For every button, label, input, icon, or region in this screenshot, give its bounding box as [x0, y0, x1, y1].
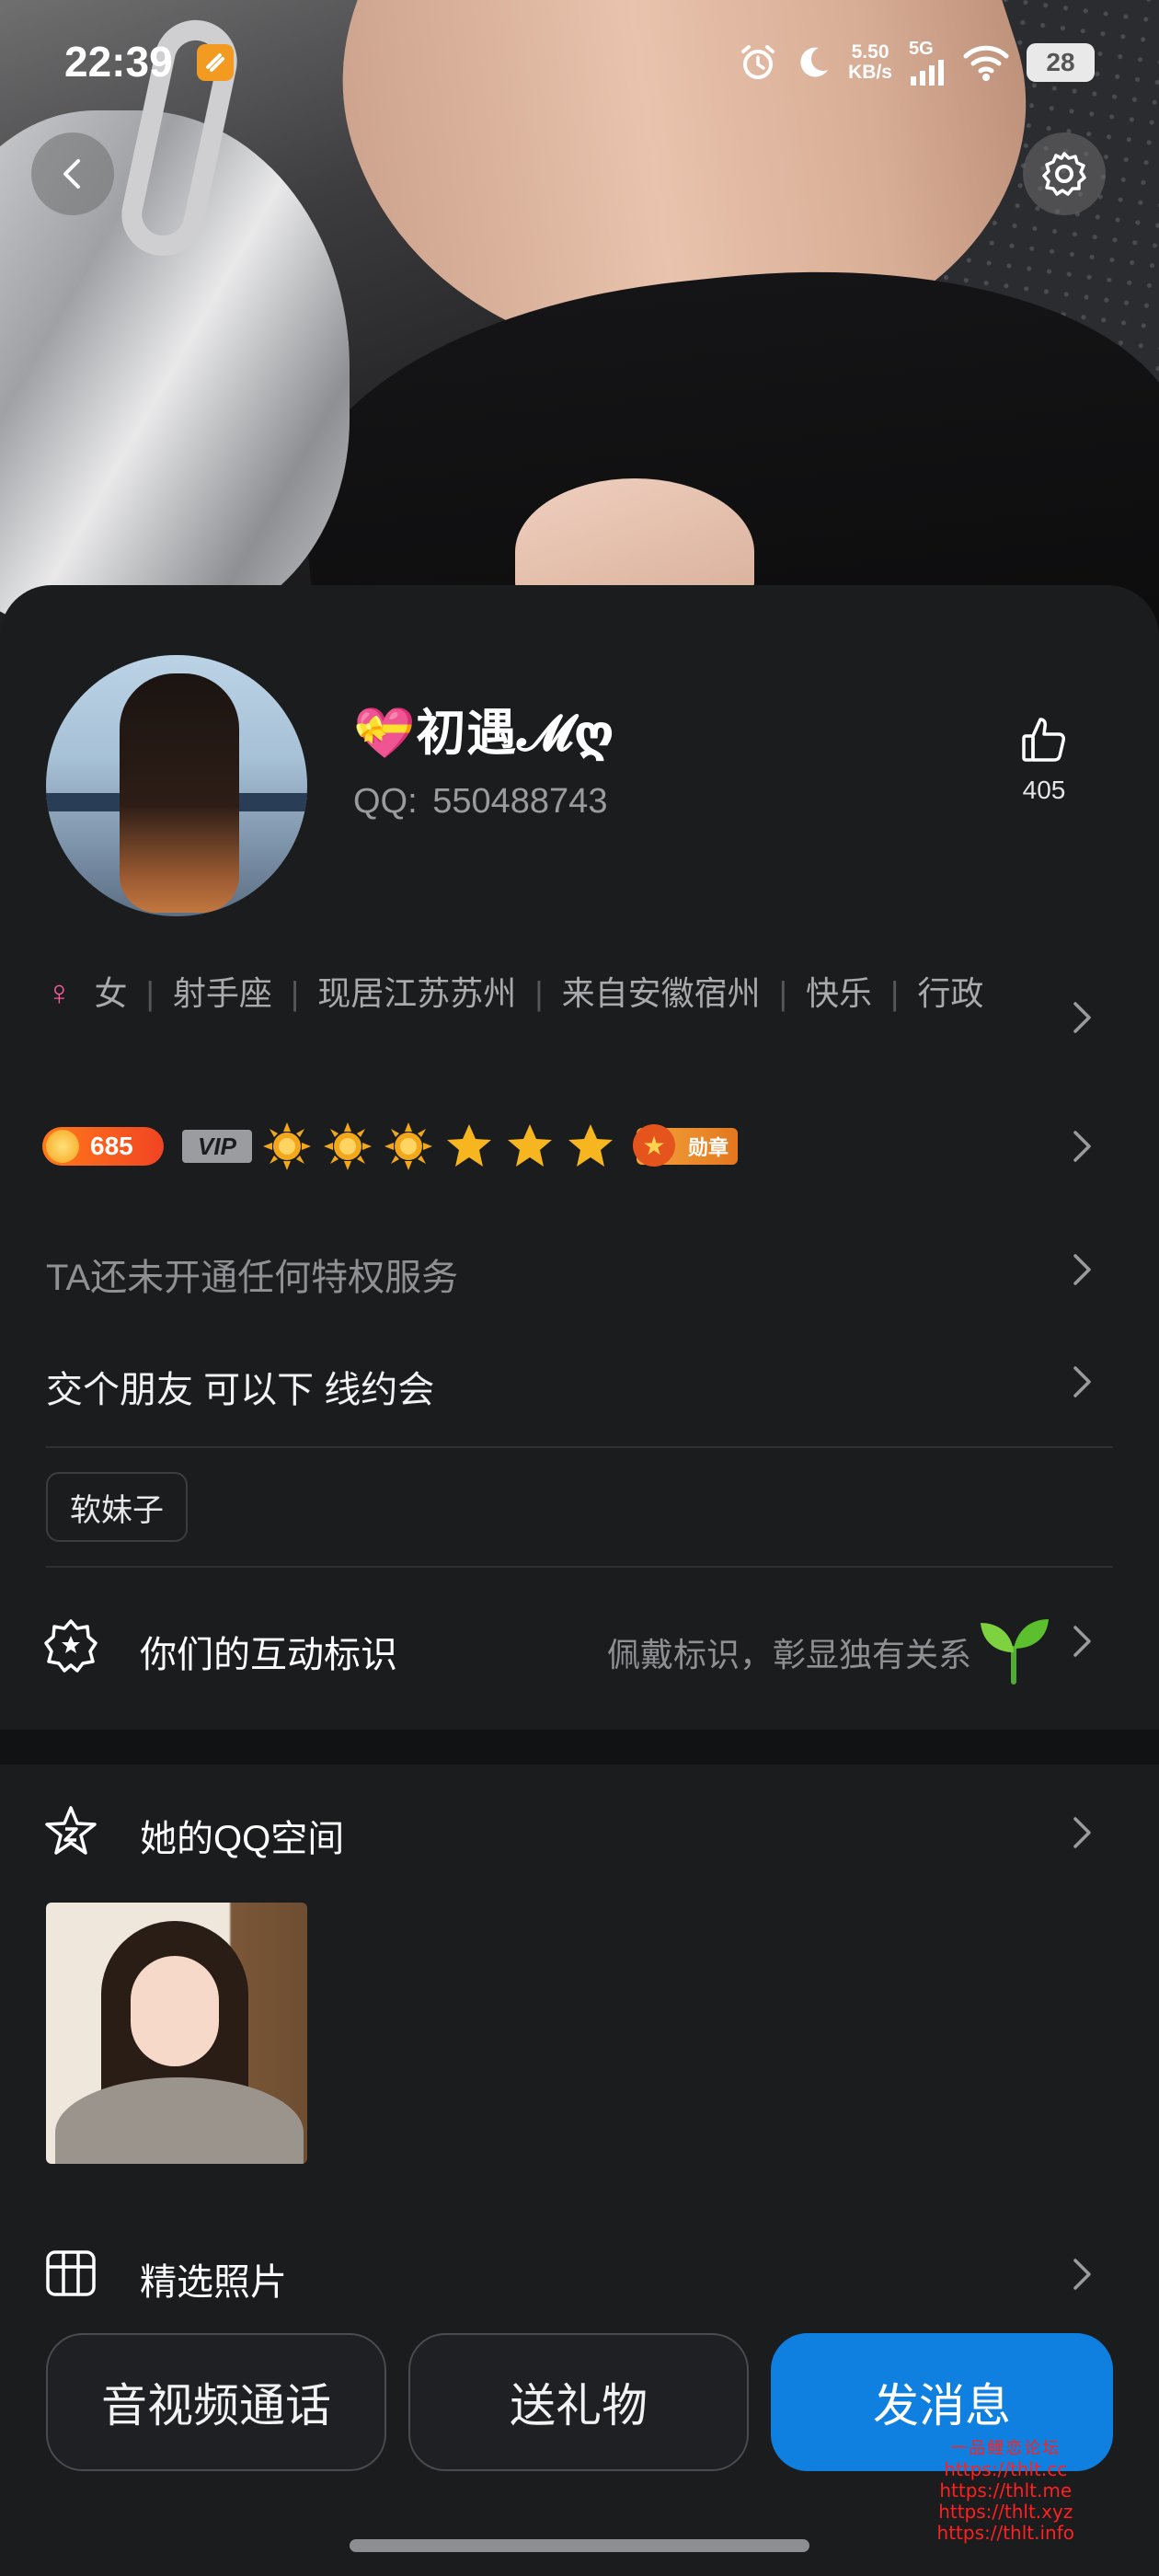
star-medal-icon [508, 1124, 552, 1167]
star-medal-icon [447, 1124, 491, 1167]
tag-separator: | [778, 974, 787, 1012]
badge-row[interactable]: 685 VIP 勋章 [42, 1119, 738, 1174]
tag-separator: | [534, 974, 544, 1012]
tag-separator: | [145, 974, 155, 1012]
watermark-title: 一品鲤恋论坛 [950, 2439, 1061, 2458]
chevron-right-icon[interactable] [1063, 1814, 1100, 1851]
network-speed-value: 5.50 [851, 41, 889, 63]
avatar[interactable] [46, 655, 307, 916]
back-arrow-icon [63, 159, 80, 189]
qzone-star-icon [45, 1806, 97, 1855]
personal-signature[interactable]: 交个朋友 可以下 线约会 [46, 1360, 434, 1413]
wifi-icon [963, 45, 1009, 81]
chevron-right-icon[interactable] [1063, 1128, 1100, 1165]
network-type: 5G [909, 39, 934, 59]
divider [46, 1566, 1113, 1568]
chevron-right-icon[interactable] [1063, 1363, 1100, 1400]
battery-indicator: 28 [1027, 43, 1095, 82]
network-speed: 5.50 KB/s [848, 42, 892, 83]
qq-number-row[interactable]: QQ: 550488743 [353, 782, 607, 822]
status-time: 22:39 [64, 38, 173, 86]
qq-label: QQ: [353, 782, 418, 821]
send-gift-button[interactable]: 送礼物 [408, 2333, 749, 2471]
tag-occupation: 行政 [917, 974, 984, 1012]
watermark: 一品鲤恋论坛 https://thlt.cc https://thlt.me h… [937, 2438, 1074, 2544]
photo-face [131, 1956, 219, 2066]
level-badge: 685 [42, 1127, 164, 1166]
divider [46, 1446, 1113, 1448]
privilege-status[interactable]: TA还未开通任何特权服务 [46, 1248, 458, 1301]
status-icons: 5.50 KB/s 5G 28 [738, 37, 1095, 88]
sprout-icon [981, 1619, 1049, 1685]
gear-icon [1042, 152, 1086, 196]
profile-tags[interactable]: ♀ 女 | 射手座 | 现居江苏苏州 | 来自安徽宿州 | 快乐 | 行政 [46, 966, 984, 1021]
back-button[interactable] [31, 132, 114, 215]
watermark-url: https://thlt.xyz [938, 2501, 1073, 2523]
cellular-signal: 5G [909, 40, 946, 86]
honor-medal-badge: 勋章 [633, 1124, 738, 1167]
qzone-label[interactable]: 她的QQ空间 [140, 1809, 344, 1862]
moon-icon [800, 47, 829, 77]
tag-gender: 女 [94, 974, 128, 1012]
sun-medal-icon [263, 1122, 311, 1170]
photo-sweater [55, 2077, 304, 2164]
chevron-right-icon[interactable] [1063, 1623, 1100, 1660]
status-bar: 22:39 5.50 KB/s 5G 28 [0, 0, 1159, 120]
network-speed-unit: KB/s [848, 62, 892, 83]
star-medal-icon [568, 1124, 613, 1167]
chevron-right-icon[interactable] [1063, 2256, 1100, 2293]
settings-button[interactable] [1023, 132, 1106, 215]
av-call-button[interactable]: 音视频通话 [46, 2333, 386, 2471]
personality-tag-chip[interactable]: 软妹子 [46, 1472, 188, 1542]
photo-grid-icon [46, 2250, 96, 2296]
interaction-mark-hint: 佩戴标识，彰显独有关系 [606, 1636, 971, 1673]
sun-medal-icon [384, 1122, 432, 1170]
section-separator [0, 1730, 1159, 1765]
watermark-url: https://thlt.me [939, 2479, 1073, 2501]
nickname: 💝初遇𝓜ღ [353, 706, 615, 761]
qq-number: 550488743 [432, 782, 608, 821]
chevron-right-icon[interactable] [1063, 1251, 1100, 1288]
watermark-url: https://thlt.cc [944, 2458, 1068, 2480]
vip-badge: VIP [182, 1130, 252, 1163]
thumbs-up-icon [1022, 718, 1065, 762]
tag-location: 现居江苏苏州 [317, 974, 517, 1012]
like-count: 405 [1022, 776, 1066, 804]
featured-photos-label[interactable]: 精选照片 [140, 2252, 287, 2306]
app-notification-icon [197, 44, 234, 81]
alarm-icon [741, 45, 775, 79]
tag-mood: 快乐 [806, 974, 873, 1012]
profile-card: 💝初遇𝓜ღ QQ: 550488743 405 ♀ 女 | 射手座 | 现居江苏… [0, 585, 1159, 1731]
watermark-url: https://thlt.info [936, 2522, 1074, 2544]
interaction-mark-icon [44, 1619, 98, 1673]
qzone-photo-thumbnail[interactable] [46, 1903, 307, 2164]
sun-medal-icon [324, 1122, 372, 1170]
signal-icon [911, 60, 944, 86]
tag-separator: | [290, 974, 300, 1012]
female-icon: ♀ [46, 974, 73, 1013]
like-button[interactable]: 405 [993, 714, 1095, 805]
tag-hometown: 来自安徽宿州 [561, 974, 761, 1012]
tag-separator: | [890, 974, 900, 1012]
avatar-hair [120, 673, 239, 913]
interaction-mark-label[interactable]: 你们的互动标识 [140, 1625, 397, 1678]
home-indicator[interactable] [350, 2539, 809, 2552]
tag-zodiac: 射手座 [172, 974, 272, 1012]
level-number: 685 [90, 1132, 133, 1160]
chevron-right-icon[interactable] [1063, 999, 1100, 1036]
level-coin-icon [46, 1130, 79, 1163]
